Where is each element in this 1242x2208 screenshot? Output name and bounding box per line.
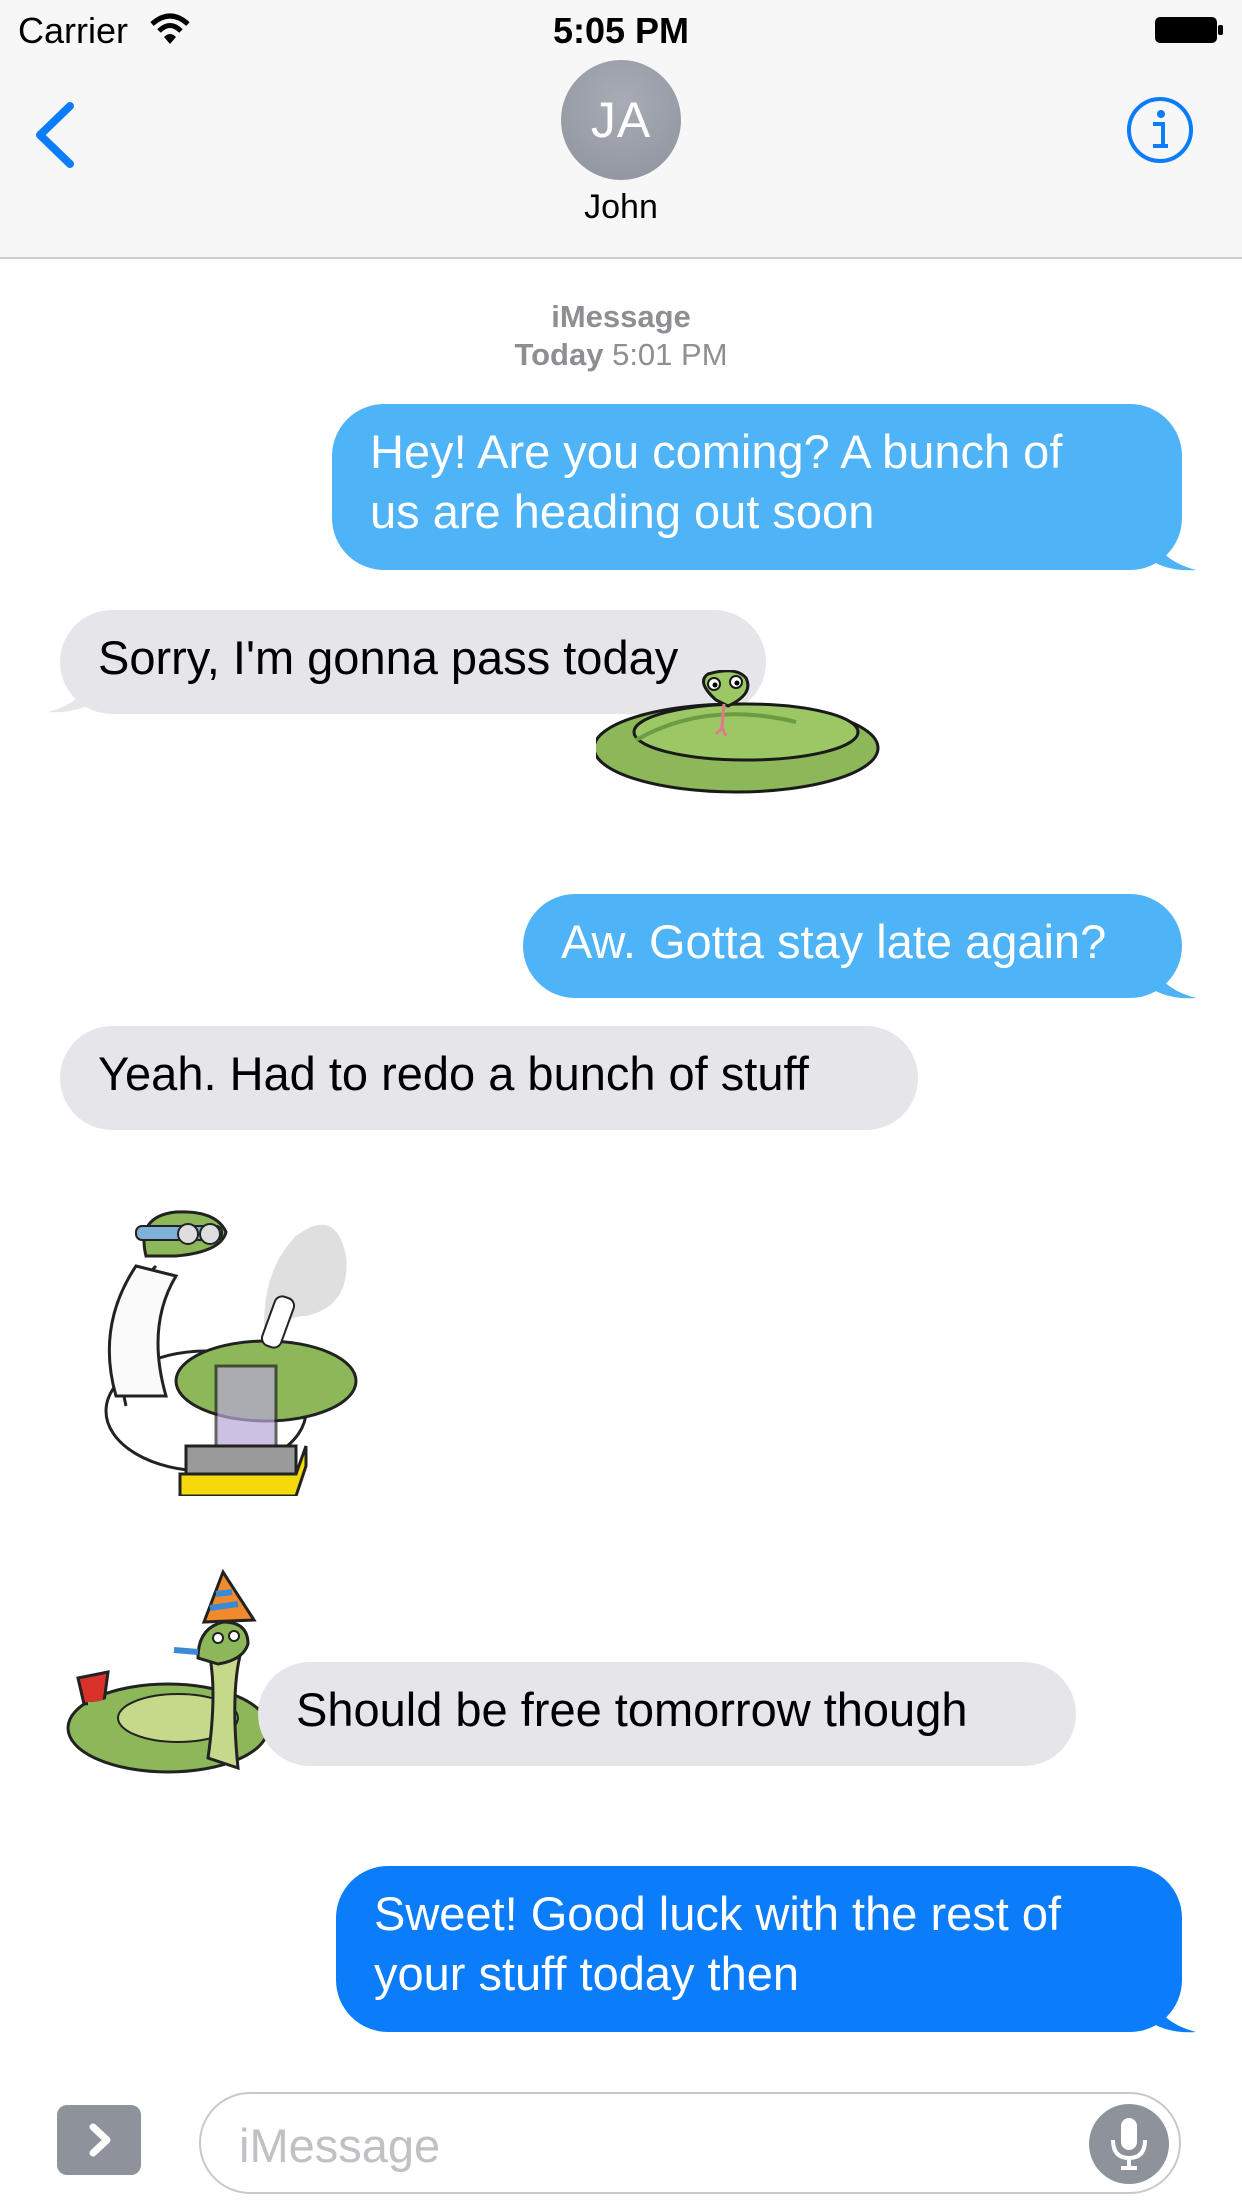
bubble-tail [48, 672, 94, 713]
chevron-right-icon [89, 2123, 111, 2157]
message-bubble-outgoing[interactable]: Sweet! Good luck with the rest of your s… [336, 1866, 1182, 2032]
message-text: Should be free tomorrow though [296, 1683, 968, 1736]
coiled-snake-sticker[interactable] [596, 670, 886, 800]
conversation-timestamp: Today 5:01 PM [0, 336, 1242, 374]
message-bubble-incoming[interactable]: Yeah. Had to redo a bunch of stuff [60, 1026, 918, 1130]
timestamp-day: Today [514, 337, 604, 372]
message-bubble-outgoing[interactable]: Aw. Gotta stay late again? [523, 894, 1182, 998]
service-label: iMessage [551, 299, 691, 334]
timestamp-time: 5:01 PM [612, 337, 728, 372]
dictation-button[interactable] [1089, 2104, 1169, 2184]
contact-name[interactable]: John [0, 188, 1242, 227]
status-time: 5:05 PM [552, 10, 690, 51]
message-text-line: your stuff today then [374, 1947, 800, 2000]
message-text-line: Sweet! Good luck with the rest of [374, 1887, 1062, 1940]
contact-avatar[interactable]: JA [561, 60, 681, 180]
status-bar: Carrier 5:05 PM [0, 0, 1242, 60]
bubble-tail [1150, 1992, 1196, 2033]
message-text-line: us are heading out soon [370, 485, 875, 538]
party-snake-sticker[interactable] [58, 1568, 288, 1798]
message-composer [0, 2070, 1242, 2208]
scientist-snake-sticker[interactable] [96, 1196, 376, 1496]
message-bubble-incoming[interactable]: Should be free tomorrow though [258, 1662, 1076, 1766]
bubble-tail [1150, 530, 1196, 571]
microphone-icon [1111, 2118, 1147, 2170]
message-text-line: Hey! Are you coming? A bunch of [370, 425, 1063, 478]
info-icon[interactable] [1126, 96, 1194, 164]
expand-apps-button[interactable] [57, 2105, 141, 2175]
bubble-tail [1150, 958, 1196, 999]
conversation-header: JA John [0, 60, 1242, 259]
battery-icon [1155, 17, 1223, 43]
message-input-container[interactable] [199, 2092, 1181, 2194]
message-text: Yeah. Had to redo a bunch of stuff [98, 1047, 809, 1100]
back-chevron-icon[interactable] [30, 100, 80, 170]
message-text: Aw. Gotta stay late again? [561, 915, 1107, 968]
message-bubble-outgoing[interactable]: Hey! Are you coming? A bunch of us are h… [332, 404, 1182, 570]
message-text: Sorry, I'm gonna pass today [98, 631, 679, 684]
message-input[interactable] [237, 2112, 1041, 2178]
